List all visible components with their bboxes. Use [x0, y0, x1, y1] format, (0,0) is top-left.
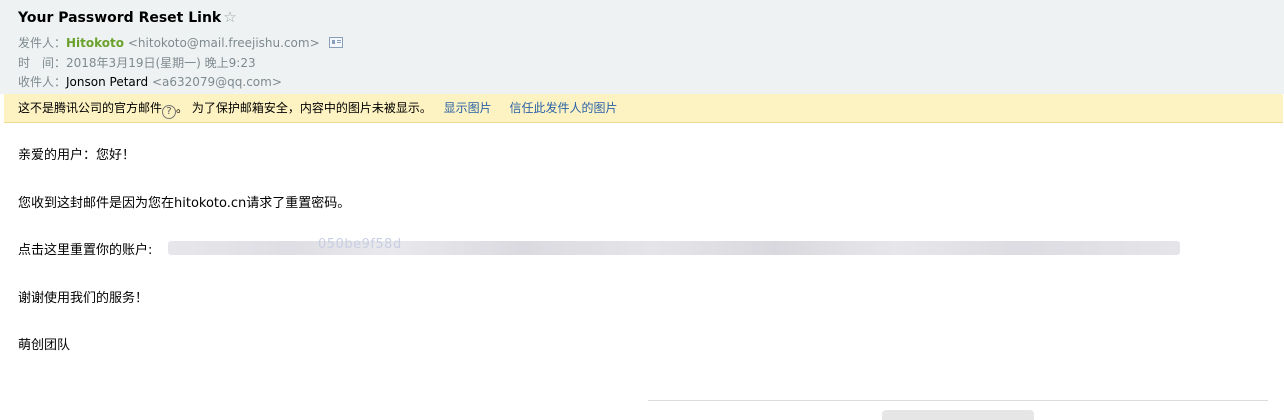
help-icon[interactable]: ?: [162, 105, 177, 119]
time-row: 时 间：2018年3月19日(星期一) 晚上9:23: [18, 54, 256, 71]
from-label: 发件人：: [18, 36, 67, 50]
footer-divider: [648, 400, 1268, 401]
mail-subject: Your Password Reset Link ☆: [18, 8, 237, 26]
from-row: 发件人：Hitokoto <hitokoto@mail.freejishu.co…: [18, 34, 344, 51]
reset-link-fragment[interactable]: 050be9f58d: [318, 237, 402, 252]
recipient-name[interactable]: Jonson Petard: [66, 75, 148, 89]
to-label: 收件人：: [18, 75, 67, 89]
warning-text: 这不是腾讯公司的官方邮件?。 为了保护邮箱安全，内容中的图片未被显示。: [18, 101, 432, 119]
contact-card-icon[interactable]: [329, 37, 344, 48]
reset-link-line: 点击这里重置你的账户: 050be9f58d: [18, 237, 1218, 258]
trust-sender-images-link[interactable]: 信任此发件人的图片: [510, 101, 618, 115]
signature-line: 萌创团队: [18, 338, 71, 353]
sender-name[interactable]: Hitokoto: [66, 36, 124, 50]
reason-line: 您收到这封邮件是因为您在hitokoto.cn请求了重置密码。: [18, 196, 351, 211]
subject-text: Your Password Reset Link: [18, 10, 222, 26]
warning-text-secondary: 。 为了保护邮箱安全，内容中的图片未被显示。: [176, 101, 432, 115]
time-label: 时 间：: [18, 56, 67, 70]
mail-header: Your Password Reset Link ☆ 发件人：Hitokoto <…: [0, 0, 1284, 94]
sender-address: <hitokoto@mail.freejishu.com>: [127, 36, 320, 50]
show-images-link[interactable]: 显示图片: [444, 101, 492, 115]
to-row: 收件人：Jonson Petard <a632079@qq.com>: [18, 73, 282, 90]
thanks-line: 谢谢使用我们的服务！: [18, 291, 149, 306]
star-icon[interactable]: ☆: [223, 8, 236, 26]
footer-box: [882, 410, 1034, 420]
security-warning-bar: 这不是腾讯公司的官方邮件?。 为了保护邮箱安全，内容中的图片未被显示。 显示图片…: [4, 94, 1283, 123]
recipient-address: <a632079@qq.com>: [151, 75, 282, 89]
greeting-line: 亲爱的用户：您好！: [18, 148, 136, 163]
warning-text-main: 这不是腾讯公司的官方邮件: [18, 101, 163, 115]
reset-link-prefix: 点击这里重置你的账户:: [18, 243, 153, 258]
time-value: 2018年3月19日(星期一) 晚上9:23: [66, 56, 256, 70]
